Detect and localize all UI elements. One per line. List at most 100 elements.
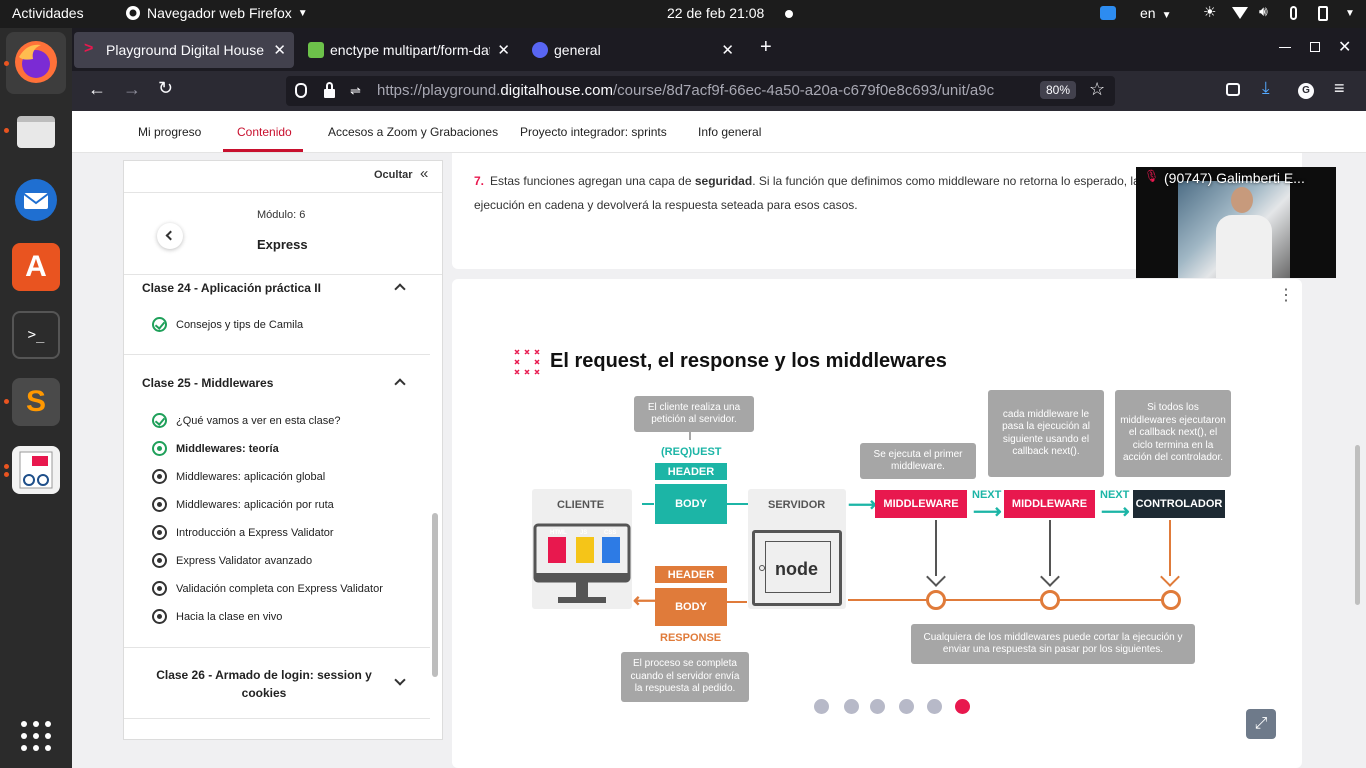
chevron-up-icon[interactable] (394, 378, 406, 390)
fullscreen-expand-icon[interactable]: ⤢ (1246, 709, 1276, 739)
lesson-item[interactable]: Middlewares: aplicación por ruta (152, 497, 334, 512)
section-clase-26[interactable]: Clase 26 - Armado de login: session y co… (154, 666, 374, 702)
software-center-icon[interactable]: A (12, 243, 60, 291)
lesson-item[interactable]: Consejos y tips de Camila (152, 317, 303, 332)
lesson-pending-icon (152, 525, 167, 540)
running-indicator (4, 472, 9, 477)
close-icon[interactable]: ✕ (721, 41, 734, 59)
tab-accesos-zoom[interactable]: Accesos a Zoom y Grabaciones (328, 125, 498, 139)
minimize-icon[interactable] (1279, 47, 1291, 48)
close-window-icon[interactable]: ✕ (1338, 37, 1351, 57)
module-back-button[interactable] (157, 223, 183, 249)
double-chevron-left-icon[interactable]: « (420, 165, 428, 182)
slide-dot-1[interactable] (814, 699, 829, 714)
lesson-item[interactable]: Hacia la clase en vivo (152, 609, 282, 624)
firefox-small-icon (126, 6, 140, 20)
permissions-icon[interactable]: ⇌ (350, 83, 361, 99)
discord-icon (532, 42, 548, 58)
new-tab-button[interactable]: + (760, 36, 772, 59)
slide-dot-5[interactable] (927, 699, 942, 714)
tab-label: Playground Digital House (106, 42, 264, 58)
hide-sidebar-button[interactable]: Ocultar (374, 169, 413, 181)
lesson-label: Validación completa con Express Validato… (176, 582, 383, 595)
lesson-label: Consejos y tips de Camila (176, 318, 304, 331)
tab-proyecto-integrador[interactable]: Proyecto integrador: sprints (520, 125, 667, 139)
tab-playground[interactable]: > Playground Digital House ✕ (74, 32, 294, 68)
hamburger-menu-icon[interactable]: ≡ (1334, 78, 1345, 99)
url-path: /course/8d7acf9f-66ec-4a50-a20a-c679f0e8… (613, 82, 995, 99)
slide-dot-4[interactable] (899, 699, 914, 714)
firefox-icon[interactable] (12, 38, 60, 86)
lesson-item[interactable]: Express Validator avanzado (152, 553, 312, 568)
terminal-icon[interactable]: >_ (12, 311, 60, 359)
shield-icon[interactable] (295, 83, 307, 98)
dock: A >_ S (0, 28, 72, 768)
lesson-pending-icon (152, 497, 167, 512)
volume-icon[interactable]: 🔊︎ (1259, 3, 1268, 20)
tab-enctype[interactable]: enctype multipart/form-data ✕ (298, 32, 518, 68)
wifi-icon[interactable] (1232, 7, 1248, 19)
tab-contenido[interactable]: Contenido (237, 125, 292, 139)
show-apps-icon[interactable] (12, 712, 60, 760)
chevron-down-icon[interactable] (394, 674, 406, 686)
lesson-item[interactable]: ¿Qué vamos a ver en esta clase? (152, 413, 340, 428)
pocket-icon[interactable] (1226, 83, 1240, 96)
clock[interactable]: 22 de feb 21:08 (667, 5, 764, 21)
notification-dot-icon (785, 10, 793, 18)
document-viewer-icon[interactable] (12, 446, 60, 494)
more-options-icon[interactable]: ⋮ (1278, 288, 1294, 304)
chevron-down-icon[interactable]: ▼ (1345, 8, 1355, 19)
url-prefix: https://playground. (377, 82, 501, 99)
app-menu[interactable]: Navegador web Firefox ▼ (125, 5, 308, 21)
nodejs-icon (308, 42, 324, 58)
check-circle-icon (152, 317, 167, 332)
lesson-label: Middlewares: aplicación por ruta (176, 498, 334, 511)
star-bookmark-icon[interactable]: ☆ (1089, 79, 1105, 100)
battery-icon[interactable] (1318, 6, 1328, 21)
course-tabs: Mi progreso Contenido Accesos a Zoom y G… (72, 111, 1366, 153)
files-icon[interactable] (12, 108, 60, 156)
check-circle-icon (152, 413, 167, 428)
reload-icon[interactable]: ↻ (158, 78, 173, 99)
tab-discord[interactable]: general ✕ (522, 32, 742, 68)
close-icon[interactable]: ✕ (497, 41, 510, 59)
module-name: Express (257, 237, 308, 252)
forward-arrow-icon[interactable]: → (123, 79, 141, 100)
chevron-down-icon: ▼ (1161, 10, 1172, 21)
chevron-down-icon: ▼ (297, 7, 308, 19)
zoom-app-icon[interactable] (1100, 6, 1116, 20)
slide-dot-3[interactable] (870, 699, 885, 714)
thunderbird-icon[interactable] (12, 176, 60, 224)
lesson-label: Introducción a Express Validator (176, 526, 334, 539)
language-indicator[interactable]: en ▼ (1140, 5, 1171, 21)
activities-button[interactable]: Actividades (12, 5, 84, 21)
downloads-icon[interactable]: ⤓ (1262, 78, 1270, 98)
zoom-indicator[interactable]: 80% (1040, 81, 1077, 99)
sidebar-scrollbar[interactable] (432, 513, 438, 677)
sublime-text-icon[interactable]: S (12, 378, 60, 426)
lesson-item[interactable]: Validación completa con Express Validato… (152, 581, 383, 596)
slide-dot-2[interactable] (844, 699, 859, 714)
lesson-item[interactable]: Introducción a Express Validator (152, 525, 334, 540)
page-scrollbar[interactable] (1355, 445, 1360, 605)
microphone-icon[interactable] (1290, 6, 1297, 20)
video-call-thumbnail[interactable]: 🎙︎ (90747) Galimberti E... (1136, 167, 1336, 278)
lesson-item[interactable]: Middlewares: aplicación global (152, 469, 325, 484)
divider (124, 718, 430, 719)
slide-dot-6-active[interactable] (955, 699, 970, 714)
back-arrow-icon[interactable]: ← (88, 79, 106, 100)
close-icon[interactable]: ✕ (273, 41, 286, 59)
section-clase-24[interactable]: Clase 24 - Aplicación práctica II (142, 281, 321, 295)
maximize-icon[interactable] (1310, 42, 1320, 52)
grammarly-icon[interactable]: G (1298, 83, 1314, 99)
page-content: Mi progreso Contenido Accesos a Zoom y G… (72, 111, 1366, 768)
lesson-item-current[interactable]: Middlewares: teoría (152, 441, 279, 456)
lesson-label: Hacia la clase en vivo (176, 610, 283, 623)
url-text[interactable]: https://playground.digitalhouse.com/cour… (377, 82, 1027, 99)
url-bar[interactable]: ⇌ https://playground.digitalhouse.com/co… (286, 76, 1115, 106)
section-clase-25[interactable]: Clase 25 - Middlewares (142, 376, 273, 390)
tab-mi-progreso[interactable]: Mi progreso (138, 125, 201, 139)
tab-info-general[interactable]: Info general (698, 125, 761, 139)
chevron-up-icon[interactable] (394, 283, 406, 295)
brightness-icon[interactable]: ☀ (1203, 3, 1216, 21)
